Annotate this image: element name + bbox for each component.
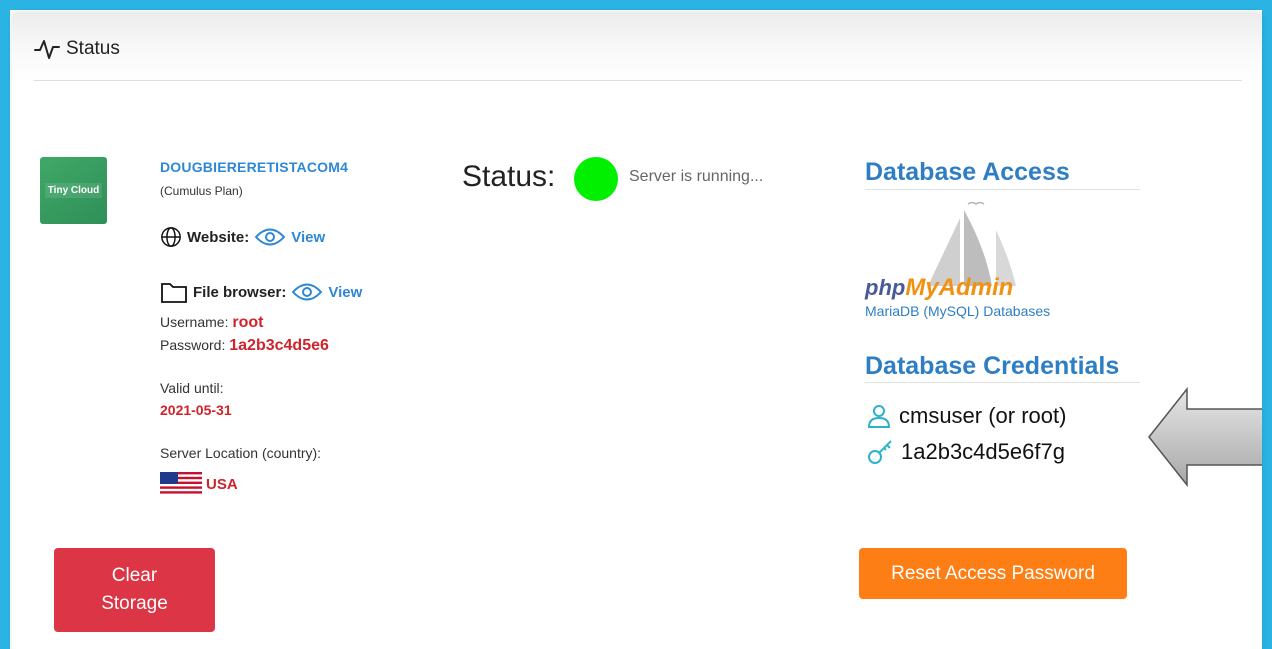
website-row: Website: View — [160, 226, 325, 248]
user-icon — [867, 405, 891, 428]
database-access-rule — [865, 189, 1140, 190]
website-label: Website: — [187, 228, 250, 246]
globe-icon — [161, 227, 181, 247]
file-browser-label: File browser: — [193, 283, 287, 301]
password-row: Password: 1a2b3c4d5e6 — [160, 337, 329, 355]
username-label: Username: — [160, 314, 229, 330]
database-credentials-title: Database Credentials — [865, 352, 1120, 380]
clear-storage-button[interactable]: Clear Storage — [54, 548, 215, 632]
db-user-row: cmsuser (or root) — [867, 403, 1066, 429]
db-password-value: 1a2b3c4d5e6f7g — [901, 439, 1065, 464]
database-access-title: Database Access — [865, 158, 1070, 186]
account-name[interactable]: DOUGBIERERETISTACOM4 — [160, 159, 348, 175]
database-credentials-rule — [865, 382, 1140, 383]
server-location-value: USA — [206, 475, 238, 493]
header-divider — [34, 80, 1242, 81]
password-value: 1a2b3c4d5e6 — [229, 337, 329, 354]
valid-until-label: Valid until: — [160, 380, 224, 396]
card-header — [12, 12, 1262, 82]
status-card: Status Tiny Cloud DOUGBIERERETISTACOM4 (… — [12, 12, 1262, 649]
file-browser-row: File browser: View — [160, 280, 362, 304]
eye-icon[interactable] — [291, 281, 323, 303]
plan-name: (Cumulus Plan) — [160, 184, 243, 198]
card-title-text: Status — [66, 38, 120, 59]
phpmyadmin-subtitle[interactable]: MariaDB (MySQL) Databases — [865, 303, 1050, 319]
website-view-link[interactable]: View — [291, 229, 325, 246]
eye-icon[interactable] — [254, 226, 286, 248]
pointer-arrow — [1148, 387, 1262, 487]
valid-until-value: 2021-05-31 — [160, 402, 232, 418]
username-value: root — [232, 314, 264, 331]
tiny-cloud-logo: Tiny Cloud — [40, 157, 107, 224]
us-flag-icon — [160, 472, 202, 496]
folder-icon — [161, 283, 187, 303]
key-icon — [868, 440, 892, 464]
server-location-row: USA — [160, 472, 238, 496]
db-password-row: 1a2b3c4d5e6f7g — [867, 439, 1065, 465]
clear-storage-line1: Clear — [111, 565, 158, 586]
card-title: Status — [34, 38, 120, 60]
activity-icon — [34, 40, 60, 59]
file-browser-view-link[interactable]: View — [328, 284, 362, 301]
logo-text: Tiny Cloud — [44, 183, 103, 198]
logo-myadmin-text: MyAdmin — [905, 274, 1014, 301]
status-label: Status: — [462, 160, 556, 193]
status-text: Server is running... — [629, 168, 764, 185]
clear-storage-line2: Storage — [101, 593, 168, 614]
phpmyadmin-logo[interactable]: phpMyAdmin — [865, 200, 1035, 301]
password-label: Password: — [160, 337, 226, 353]
reset-access-password-button[interactable]: Reset Access Password — [859, 548, 1127, 599]
server-location-label: Server Location (country): — [160, 445, 322, 461]
logo-php-text: php — [865, 275, 906, 300]
username-row: Username: root — [160, 314, 263, 332]
reset-access-password-label: Reset Access Password — [891, 562, 1095, 584]
db-user-value: cmsuser (or root) — [899, 403, 1067, 428]
status-indicator — [574, 157, 618, 201]
